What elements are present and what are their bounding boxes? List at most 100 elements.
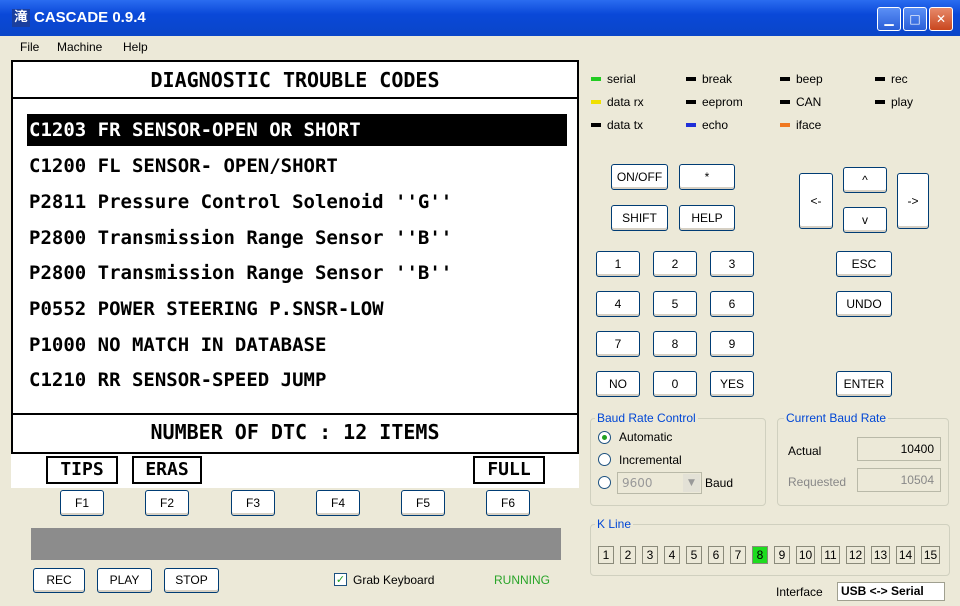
- menu-machine[interactable]: Machine: [57, 40, 102, 54]
- dtc-row[interactable]: C1210 RR SENSOR-SPEED JUMP: [27, 364, 567, 396]
- key-4-button[interactable]: 4: [596, 291, 640, 317]
- check-icon: ✓: [335, 573, 346, 586]
- chevron-down-icon[interactable]: ▼: [683, 474, 700, 492]
- f6-button[interactable]: F6: [486, 490, 530, 516]
- stop-button[interactable]: STOP: [164, 568, 219, 593]
- f3-button[interactable]: F3: [231, 490, 275, 516]
- help-button[interactable]: HELP: [679, 205, 735, 231]
- legend-swatch-can: [780, 100, 790, 104]
- shift-button[interactable]: SHIFT: [611, 205, 668, 231]
- esc-button[interactable]: ESC: [836, 251, 892, 277]
- no-button[interactable]: NO: [596, 371, 640, 397]
- requested-baud-field: 10504: [857, 468, 941, 492]
- title-bar[interactable]: 滝 CASCADE 0.9.4 ▁ □ ✕: [0, 0, 960, 36]
- dtc-row[interactable]: P2800 Transmission Range Sensor ''B'': [27, 257, 567, 289]
- legend-label-rec: rec: [891, 72, 908, 86]
- k-line-4: 4: [664, 546, 680, 564]
- rec-button[interactable]: REC: [33, 568, 85, 593]
- k-line-10: 10: [796, 546, 815, 564]
- key-0-button[interactable]: 0: [653, 371, 697, 397]
- softkey-label-full: FULL: [473, 456, 545, 484]
- menu-help[interactable]: Help: [123, 40, 148, 54]
- k-line-9: 9: [774, 546, 790, 564]
- custom-baud-radio[interactable]: [598, 476, 611, 489]
- left-arrow-button[interactable]: <-: [799, 173, 833, 229]
- legend-label-play: play: [891, 95, 914, 109]
- legend-swatch-eeprom: [686, 100, 696, 104]
- incremental-radio[interactable]: [598, 453, 611, 466]
- k-line-11: 11: [821, 546, 840, 564]
- legend-swatch-beep: [780, 77, 790, 81]
- k-line-14: 14: [896, 546, 915, 564]
- enter-button[interactable]: ENTER: [836, 371, 892, 397]
- baud-select[interactable]: 9600 ▼: [617, 472, 702, 494]
- menu-bar: File Machine Help: [0, 36, 960, 58]
- automatic-label: Automatic: [619, 430, 673, 444]
- key-7-button[interactable]: 7: [596, 331, 640, 357]
- legend-label-eeprom: eeprom: [702, 95, 743, 109]
- window-title: CASCADE 0.9.4: [34, 9, 146, 26]
- up-arrow-button[interactable]: ^: [843, 167, 887, 193]
- dtc-row[interactable]: P0552 POWER STEERING P.SNSR-LOW: [27, 293, 567, 325]
- key-9-button[interactable]: 9: [710, 331, 754, 357]
- lcd-display[interactable]: DIAGNOSTIC TROUBLE CODES C1203 FR SENSOR…: [11, 60, 579, 454]
- baud-unit-label: Baud: [705, 476, 734, 490]
- current-baud-rate-group: [777, 418, 949, 506]
- softkey-label-bar: TIPS ERAS FULL: [11, 454, 579, 488]
- undo-button[interactable]: UNDO: [836, 291, 892, 317]
- legend-swatch-play: [875, 100, 885, 104]
- key-1-button[interactable]: 1: [596, 251, 640, 277]
- minimize-button[interactable]: ▁: [877, 7, 901, 31]
- k-line-2: 2: [620, 546, 636, 564]
- k-line-title: K Line: [595, 517, 634, 531]
- key-5-button[interactable]: 5: [653, 291, 697, 317]
- grab-keyboard-checkbox[interactable]: ✓: [334, 573, 347, 586]
- f4-button[interactable]: F4: [316, 490, 360, 516]
- star-button[interactable]: *: [679, 164, 735, 190]
- minimize-icon: ▁: [884, 12, 894, 26]
- softkey-label-tips: TIPS: [46, 456, 118, 484]
- automatic-radio[interactable]: [598, 431, 611, 444]
- on-off-button[interactable]: ON/OFF: [611, 164, 668, 190]
- legend-label-serial: serial: [607, 72, 636, 86]
- f2-button[interactable]: F2: [145, 490, 189, 516]
- maximize-button[interactable]: □: [903, 7, 927, 31]
- menu-file[interactable]: File: [20, 40, 39, 54]
- k-line-12: 12: [846, 546, 865, 564]
- key-6-button[interactable]: 6: [710, 291, 754, 317]
- key-8-button[interactable]: 8: [653, 331, 697, 357]
- close-icon: ✕: [935, 12, 947, 26]
- legend-label-data-rx: data rx: [607, 95, 644, 109]
- lcd-divider-top: [13, 97, 577, 99]
- lcd-divider-bottom: [13, 413, 577, 415]
- k-line-7: 7: [730, 546, 746, 564]
- actual-baud-field: 10400: [857, 437, 941, 461]
- maximize-icon: □: [909, 12, 921, 26]
- f1-button[interactable]: F1: [60, 490, 104, 516]
- dtc-row[interactable]: P2800 Transmission Range Sensor ''B'': [27, 222, 567, 254]
- dtc-row[interactable]: C1200 FL SENSOR- OPEN/SHORT: [27, 150, 567, 182]
- requested-label: Requested: [788, 475, 847, 489]
- legend-label-beep: beep: [796, 72, 823, 86]
- lcd-title: DIAGNOSTIC TROUBLE CODES: [150, 68, 440, 92]
- dtc-row[interactable]: P1000 NO MATCH IN DATABASE: [27, 329, 567, 361]
- app-icon: 滝: [12, 9, 30, 27]
- key-2-button[interactable]: 2: [653, 251, 697, 277]
- legend-swatch-data-tx: [591, 123, 601, 127]
- current-baud-rate-title: Current Baud Rate: [784, 411, 889, 425]
- baud-select-value: 9600: [622, 476, 653, 490]
- baud-rate-control-title: Baud Rate Control: [595, 411, 698, 425]
- dtc-row-selected[interactable]: C1203 FR SENSOR-OPEN OR SHORT: [27, 114, 567, 146]
- dtc-row[interactable]: P2811 Pressure Control Solenoid ''G'': [27, 186, 567, 218]
- yes-button[interactable]: YES: [710, 371, 754, 397]
- close-button[interactable]: ✕: [929, 7, 953, 31]
- f5-button[interactable]: F5: [401, 490, 445, 516]
- k-line-8: 8: [752, 546, 768, 564]
- k-line-6: 6: [708, 546, 724, 564]
- right-arrow-button[interactable]: ->: [897, 173, 929, 229]
- key-3-button[interactable]: 3: [710, 251, 754, 277]
- main-window: 滝 CASCADE 0.9.4 ▁ □ ✕ File Machine Help …: [0, 0, 960, 606]
- legend-label-echo: echo: [702, 118, 729, 132]
- play-button[interactable]: PLAY: [97, 568, 152, 593]
- down-arrow-button[interactable]: v: [843, 207, 887, 233]
